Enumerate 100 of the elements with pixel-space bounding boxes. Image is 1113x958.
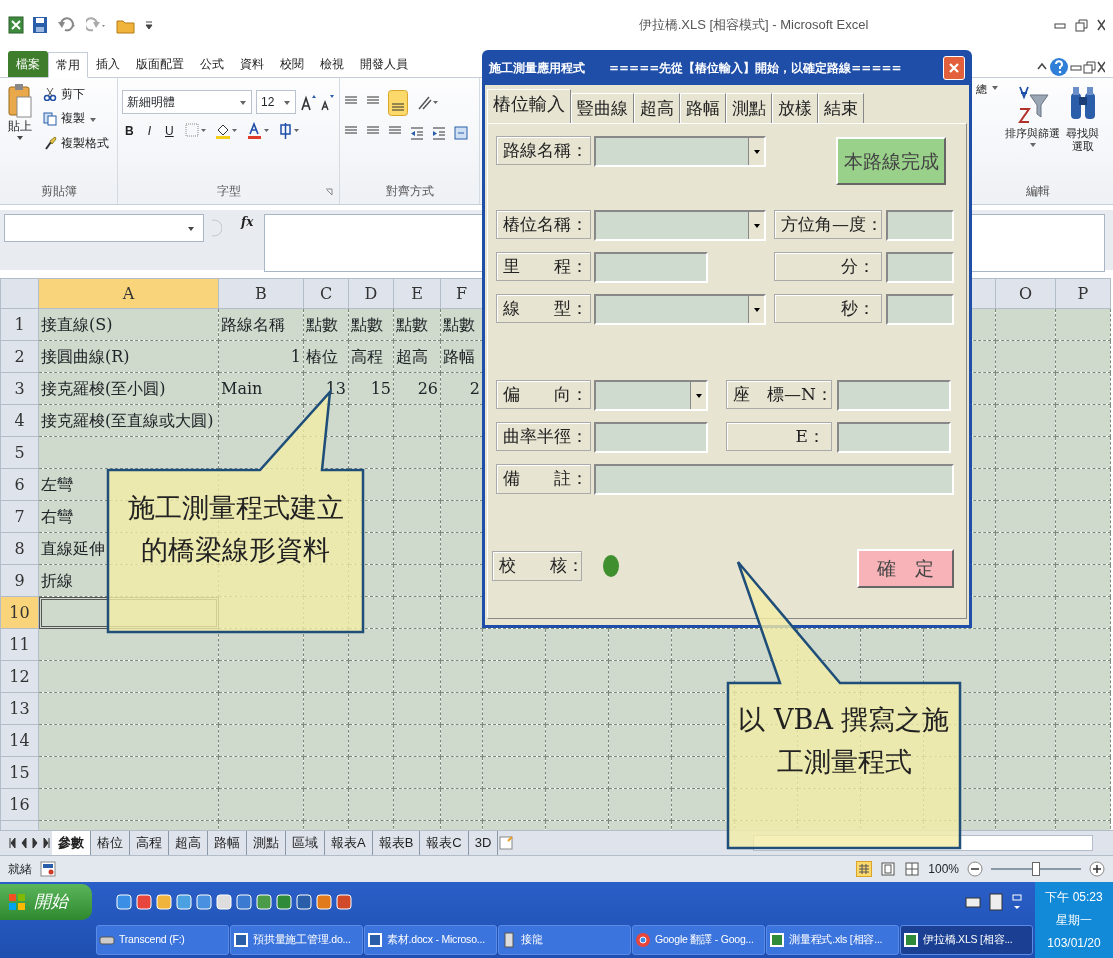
- taskbar-button[interactable]: 測量程式.xls [相容...: [766, 925, 899, 955]
- format-painter-button[interactable]: 複製格式: [40, 134, 112, 152]
- row-header[interactable]: 8: [0, 532, 39, 565]
- column-header[interactable]: B: [218, 278, 304, 309]
- ribbon-tab[interactable]: 資料: [232, 51, 272, 77]
- copy-button[interactable]: 複製: [40, 110, 112, 127]
- sheet-tab[interactable]: 報表C: [420, 831, 469, 855]
- bold-button[interactable]: B: [122, 122, 137, 140]
- slider-thumb[interactable]: [1032, 862, 1040, 876]
- underline-button[interactable]: U: [162, 122, 177, 140]
- phonetic-guide-icon[interactable]: [278, 122, 301, 140]
- grow-font-icon[interactable]: [300, 93, 316, 111]
- row-header[interactable]: 3: [0, 372, 39, 405]
- column-header[interactable]: O: [995, 278, 1056, 309]
- dropdown-field[interactable]: [594, 210, 766, 241]
- column-header[interactable]: F: [440, 278, 483, 309]
- insert-function-button[interactable]: fx: [238, 214, 257, 231]
- taskbar-button[interactable]: 預拱量施工管理.do...: [230, 925, 363, 955]
- row-header[interactable]: 12: [0, 660, 39, 693]
- dialog-tab[interactable]: 路幅: [680, 92, 726, 123]
- sheet-tab[interactable]: 報表A: [325, 831, 373, 855]
- column-header[interactable]: A: [38, 278, 219, 309]
- dropdown-field[interactable]: [594, 380, 708, 411]
- input-field[interactable]: [594, 422, 708, 453]
- ribbon-tab[interactable]: 常用: [48, 52, 88, 78]
- font-name-field[interactable]: 新細明體: [122, 90, 252, 114]
- save-icon[interactable]: [32, 16, 48, 34]
- font-size-field[interactable]: 12: [256, 90, 296, 114]
- taskbar-button[interactable]: 接龍: [498, 925, 631, 955]
- shrink-font-icon[interactable]: [320, 93, 334, 111]
- decrease-indent-icon[interactable]: [410, 124, 424, 142]
- align-bottom-icon[interactable]: [388, 90, 408, 116]
- column-header[interactable]: P: [1055, 278, 1111, 309]
- row-header[interactable]: 2: [0, 340, 39, 373]
- sheet-tab[interactable]: 區域: [286, 831, 325, 855]
- increase-indent-icon[interactable]: [432, 124, 446, 142]
- row-header[interactable]: 13: [0, 692, 39, 725]
- find-select-button[interactable]: 尋找與 選取: [1065, 82, 1100, 172]
- app-icon[interactable]: [256, 893, 272, 911]
- dialog-tab[interactable]: 結束: [818, 92, 864, 123]
- app-icon[interactable]: [296, 893, 312, 911]
- app-icon[interactable]: [276, 893, 292, 911]
- italic-button[interactable]: I: [144, 122, 154, 140]
- input-field[interactable]: [837, 380, 951, 411]
- ribbon-tab[interactable]: 版面配置: [128, 51, 192, 77]
- row-header[interactable]: 11: [0, 628, 39, 661]
- ribbon-tab[interactable]: 檢視: [312, 51, 352, 77]
- app-icon[interactable]: [216, 893, 232, 911]
- normal-view-icon[interactable]: [856, 861, 873, 877]
- row-header[interactable]: 7: [0, 500, 39, 533]
- app-icon[interactable]: [336, 893, 352, 911]
- app-icon[interactable]: [316, 893, 332, 911]
- sheet-tab[interactable]: 超高: [169, 831, 208, 855]
- taskbar-button[interactable]: Transcend (F:): [96, 925, 229, 955]
- page-layout-icon[interactable]: [880, 861, 897, 877]
- sheet-tab[interactable]: 樁位: [91, 831, 130, 855]
- macro-record-icon[interactable]: [40, 861, 56, 877]
- input-field[interactable]: [886, 294, 954, 325]
- cut-button[interactable]: 剪下: [40, 86, 112, 103]
- taskbar-button[interactable]: Google 翻譯 - Goog...: [632, 925, 765, 955]
- row-header[interactable]: 1: [0, 308, 39, 341]
- ribbon-tab[interactable]: 公式: [192, 51, 232, 77]
- first-sheet-icon[interactable]: [8, 835, 19, 851]
- undo-icon[interactable]: [56, 16, 78, 34]
- input-field[interactable]: [594, 252, 708, 283]
- orientation-icon[interactable]: [416, 94, 438, 112]
- ribbon-tab[interactable]: 插入: [88, 51, 128, 77]
- zoom-in-icon[interactable]: [1089, 861, 1105, 877]
- app-icon[interactable]: [176, 893, 192, 911]
- dropdown-field[interactable]: [594, 294, 766, 325]
- close-icon[interactable]: [1097, 18, 1105, 32]
- font-color-icon[interactable]: [246, 122, 271, 140]
- row-header[interactable]: 6: [0, 468, 39, 501]
- column-header[interactable]: E: [393, 278, 441, 309]
- row-header[interactable]: 9: [0, 564, 39, 597]
- restore-icon[interactable]: [1075, 18, 1089, 32]
- dialog-button[interactable]: 本路線完成: [836, 137, 946, 185]
- autosum-button[interactable]: 總: [975, 82, 1000, 98]
- row-header[interactable]: 5: [0, 436, 39, 469]
- merge-cells-icon[interactable]: [454, 124, 468, 142]
- paste-button[interactable]: 貼上: [4, 82, 36, 200]
- column-header[interactable]: C: [303, 278, 349, 309]
- column-header[interactable]: D: [348, 278, 394, 309]
- options-icon[interactable]: [1011, 893, 1023, 911]
- ribbon-tab[interactable]: 校閱: [272, 51, 312, 77]
- dialog-tab[interactable]: 超高: [634, 92, 680, 123]
- row-header[interactable]: 14: [0, 724, 39, 757]
- close-button[interactable]: [943, 55, 965, 80]
- row-header[interactable]: 16: [0, 788, 39, 821]
- row-header[interactable]: 10: [0, 596, 39, 629]
- sheet-tab[interactable]: 3D: [468, 831, 499, 855]
- fill-color-icon[interactable]: [214, 122, 239, 140]
- dropdown-field[interactable]: [594, 136, 766, 167]
- sheet-tab[interactable]: 參數: [52, 831, 91, 855]
- dialog-launcher-icon[interactable]: [325, 188, 333, 196]
- sheet-tab[interactable]: 測點: [247, 831, 286, 855]
- dialog-tab[interactable]: 豎曲線: [571, 92, 634, 123]
- dialog-button[interactable]: 確 定: [857, 549, 954, 588]
- previous-sheet-icon[interactable]: [19, 835, 30, 851]
- dialog-tab[interactable]: 測點: [726, 92, 772, 123]
